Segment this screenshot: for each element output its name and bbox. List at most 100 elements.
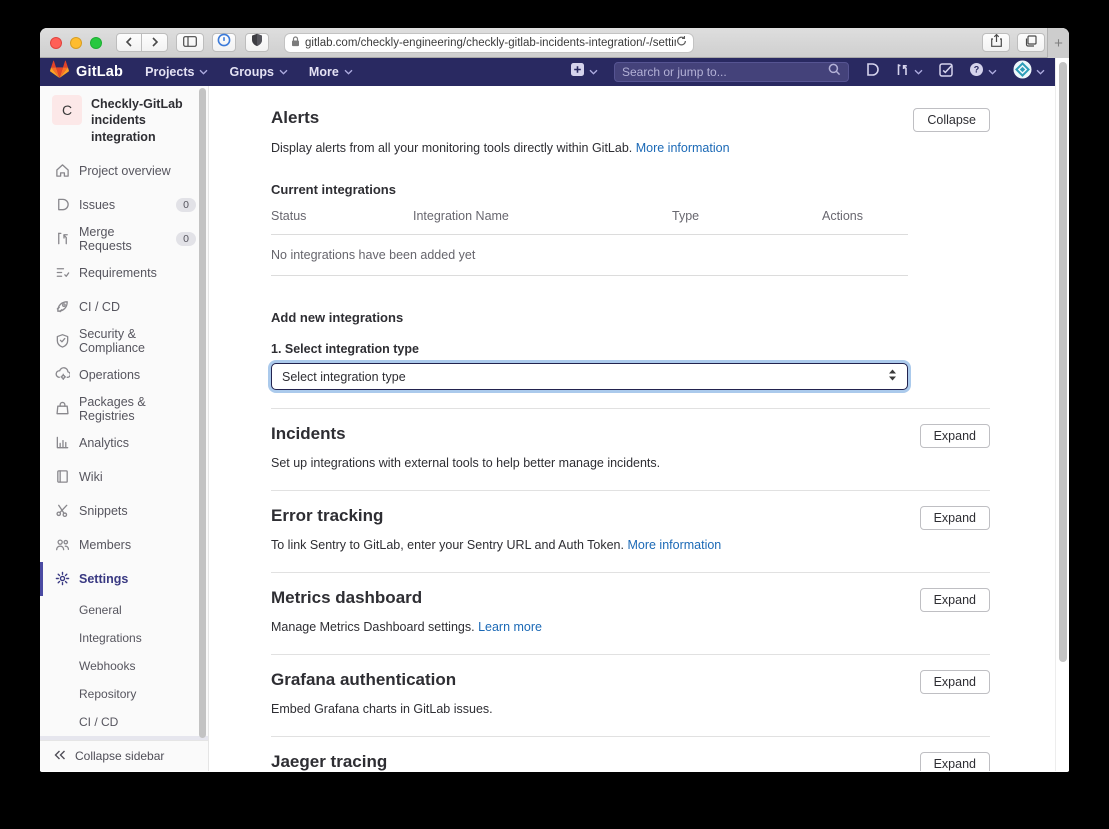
metrics-dashboard-title: Metrics dashboard: [271, 588, 422, 608]
reload-icon[interactable]: [676, 34, 687, 52]
sidebar-item-merge-requests[interactable]: Merge Requests 0: [40, 222, 208, 256]
tab-overview-button[interactable]: [1017, 33, 1045, 52]
project-header[interactable]: C Checkly-GitLab incidents integration: [40, 86, 208, 151]
metrics-dashboard-learn-more-link[interactable]: Learn more: [478, 620, 542, 634]
sidebar-item-requirements[interactable]: Requirements: [40, 256, 208, 290]
settings-submenu: General Integrations Webhooks Repository…: [40, 596, 208, 764]
close-window-button[interactable]: [50, 37, 62, 49]
chevron-down-icon: [199, 69, 208, 75]
metrics-dashboard-expand-button[interactable]: Expand: [920, 588, 990, 612]
integration-type-select[interactable]: Select integration type: [271, 363, 908, 390]
merge-requests-button[interactable]: [895, 62, 923, 82]
sidebar-subitem-repository[interactable]: Repository: [40, 680, 208, 708]
avatar: [1013, 60, 1032, 84]
todos-button[interactable]: [939, 63, 953, 82]
integrations-table: Status Integration Name Type Actions No …: [271, 209, 908, 276]
sidebar-item-members[interactable]: Members: [40, 528, 208, 562]
share-icon: [991, 34, 1002, 52]
merge-request-icon: [895, 62, 910, 82]
sidebar-item-issues[interactable]: Issues 0: [40, 188, 208, 222]
shield-icon: [251, 33, 263, 52]
plus-square-icon: [570, 62, 585, 82]
alerts-more-information-link[interactable]: More information: [636, 141, 730, 155]
minimize-window-button[interactable]: [70, 37, 82, 49]
sidebar-item-label: CI / CD: [79, 300, 120, 314]
scissors-icon: [54, 503, 70, 518]
sidebar-scrollbar[interactable]: [199, 88, 206, 738]
cloud-gear-icon: [54, 367, 70, 382]
error-tracking-more-information-link[interactable]: More information: [627, 538, 721, 552]
nav-menu-projects[interactable]: Projects: [145, 65, 208, 79]
issues-icon: [54, 197, 70, 212]
nav-menu-groups[interactable]: Groups: [229, 65, 287, 79]
project-name: Checkly-GitLab incidents integration: [91, 95, 198, 145]
alerts-title: Alerts: [271, 108, 319, 128]
chevron-down-icon: [988, 69, 997, 75]
column-header-status: Status: [271, 209, 413, 223]
page-scrollbar[interactable]: [1059, 62, 1067, 662]
sidebar-item-label: Settings: [79, 572, 128, 586]
sidebar-item-project-overview[interactable]: Project overview: [40, 154, 208, 188]
todo-check-icon: [939, 63, 953, 82]
chevron-down-icon: [914, 69, 923, 75]
error-tracking-expand-button[interactable]: Expand: [920, 506, 990, 530]
project-avatar: C: [52, 95, 82, 125]
sidebar-toggle-button[interactable]: [176, 33, 204, 52]
incidents-title: Incidents: [271, 424, 346, 444]
history-nav: [116, 33, 168, 52]
shield-extension-button[interactable]: [245, 33, 269, 52]
merge-requests-count-badge: 0: [176, 232, 196, 246]
gear-icon: [54, 571, 70, 586]
sidebar-item-wiki[interactable]: Wiki: [40, 460, 208, 494]
gitlab-navbar: GitLab Projects Groups More: [40, 58, 1055, 86]
sidebar-icon: [183, 34, 197, 52]
alerts-collapse-button[interactable]: Collapse: [913, 108, 990, 132]
sidebar-subitem-integrations[interactable]: Integrations: [40, 624, 208, 652]
onepassword-extension-button[interactable]: [212, 33, 236, 52]
svg-text:?: ?: [974, 65, 980, 75]
chevron-down-icon: [344, 69, 353, 75]
collapse-sidebar-button[interactable]: Collapse sidebar: [40, 740, 208, 771]
search-input[interactable]: [622, 65, 828, 79]
sidebar-item-packages-registries[interactable]: Packages & Registries: [40, 392, 208, 426]
grafana-expand-button[interactable]: Expand: [920, 670, 990, 694]
new-menu-button[interactable]: [570, 62, 598, 82]
chevron-down-icon: [1036, 69, 1045, 75]
sidebar-subitem-ci-cd[interactable]: CI / CD: [40, 708, 208, 736]
double-chevron-left-icon: [54, 749, 66, 763]
nav-menu-label: Projects: [145, 65, 194, 79]
chart-icon: [54, 435, 70, 450]
sidebar-item-ci-cd[interactable]: CI / CD: [40, 290, 208, 324]
gitlab-home-link[interactable]: GitLab: [50, 60, 123, 84]
subitem-label: Webhooks: [79, 659, 135, 673]
nav-menu-more[interactable]: More: [309, 65, 353, 79]
jaeger-expand-button[interactable]: Expand: [920, 752, 990, 771]
alerts-description: Display alerts from all your monitoring …: [271, 141, 632, 155]
sidebar-subitem-webhooks[interactable]: Webhooks: [40, 652, 208, 680]
sidebar-item-analytics[interactable]: Analytics: [40, 426, 208, 460]
onepassword-icon: [217, 33, 231, 52]
sidebar-item-operations[interactable]: Operations: [40, 358, 208, 392]
help-menu-button[interactable]: ?: [969, 62, 997, 82]
incidents-expand-button[interactable]: Expand: [920, 424, 990, 448]
nav-menu-label: More: [309, 65, 339, 79]
sidebar-subitem-general[interactable]: General: [40, 596, 208, 624]
global-search[interactable]: [614, 62, 849, 82]
share-button[interactable]: [982, 33, 1010, 52]
forward-button[interactable]: [142, 33, 168, 52]
error-tracking-section: Error tracking Expand To link Sentry to …: [271, 491, 990, 573]
page-scrollbar-track: [1055, 58, 1069, 771]
chevron-right-icon: [151, 34, 159, 52]
selected-option-text: Select integration type: [282, 370, 406, 384]
users-icon: [54, 537, 70, 552]
new-tab-button[interactable]: +: [1047, 28, 1069, 58]
address-bar[interactable]: gitlab.com/checkly-engineering/checkly-g…: [284, 33, 694, 53]
user-menu-button[interactable]: [1013, 60, 1045, 84]
sidebar-item-snippets[interactable]: Snippets: [40, 494, 208, 528]
sidebar-item-settings[interactable]: Settings: [40, 562, 208, 596]
jaeger-tracing-section: Jaeger tracing Expand: [271, 737, 990, 771]
sidebar-item-security-compliance[interactable]: Security & Compliance: [40, 324, 208, 358]
zoom-window-button[interactable]: [90, 37, 102, 49]
issues-dashboard-button[interactable]: [865, 62, 879, 82]
back-button[interactable]: [116, 33, 142, 52]
